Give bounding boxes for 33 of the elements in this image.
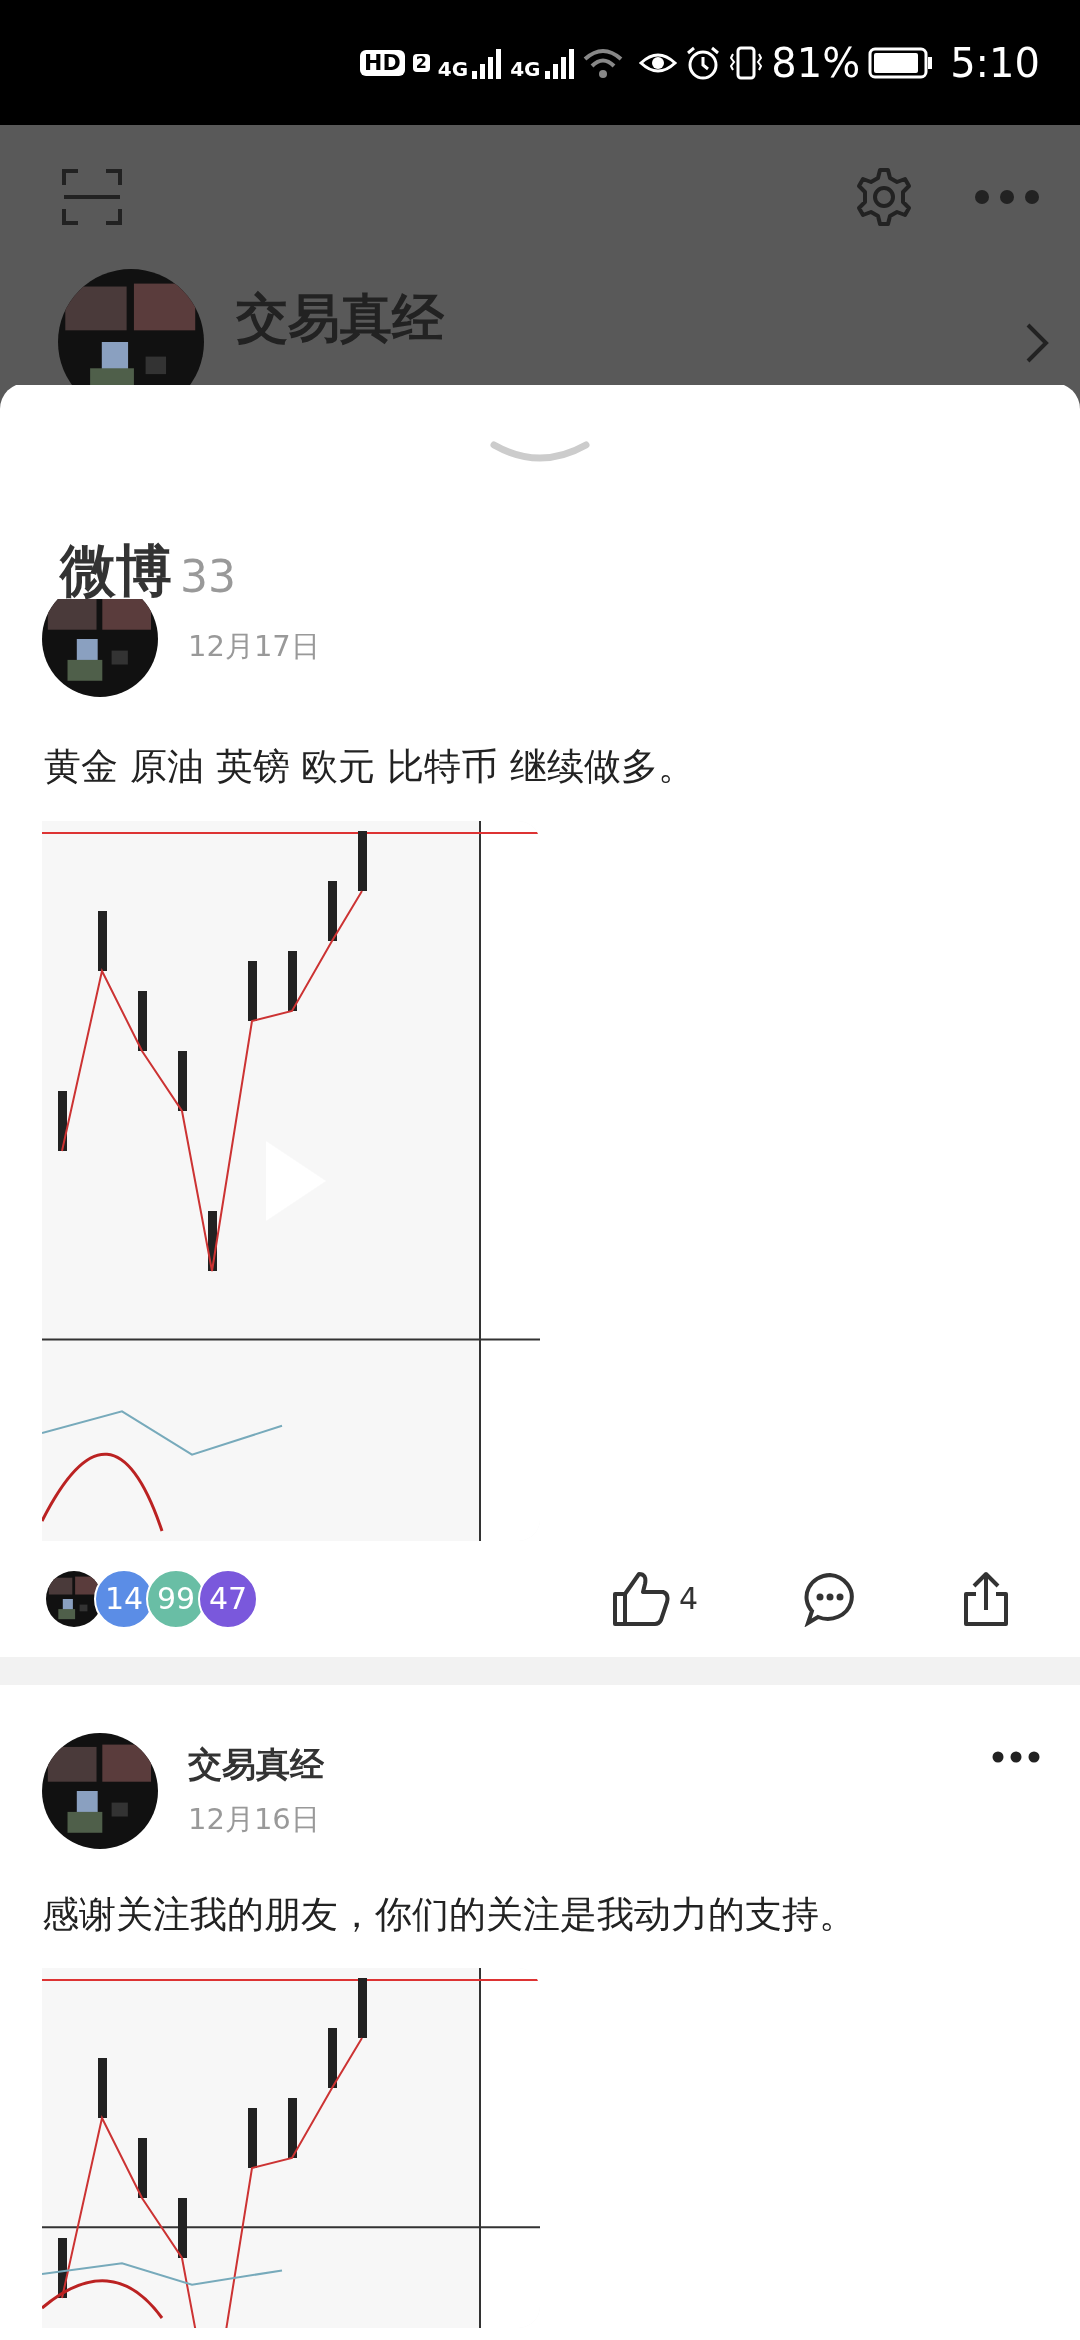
clock: 5:10 xyxy=(950,38,1040,88)
share-icon xyxy=(962,1569,1010,1628)
thumbs-up-icon xyxy=(610,1569,671,1628)
sim-label: 2 xyxy=(412,53,430,72)
battery-icon xyxy=(868,46,935,79)
share-button[interactable] xyxy=(962,1569,1010,1628)
scan-icon xyxy=(62,167,122,227)
post-date: 12月17日 xyxy=(188,628,320,665)
network-label: 4G xyxy=(510,58,541,79)
more-button[interactable] xyxy=(974,189,1040,205)
more-icon xyxy=(992,1750,1040,1763)
post-count: 33 xyxy=(180,555,236,599)
signal-icon xyxy=(472,46,503,79)
signal-icon xyxy=(544,46,575,79)
network-label: 4G xyxy=(437,58,469,79)
chevron-right-icon[interactable] xyxy=(1024,321,1050,365)
more-icon xyxy=(974,189,1040,205)
post-date: 12月16日 xyxy=(188,1800,321,1838)
post-menu-button[interactable] xyxy=(992,1750,1040,1763)
post-text: 感谢关注我的朋友，你们的关注是我动力的支持。 xyxy=(41,1891,857,1938)
author-name: 交易真经 xyxy=(188,1742,324,1786)
hd-label: HD xyxy=(360,49,405,76)
scan-button[interactable] xyxy=(62,167,122,227)
liker-count: 47 xyxy=(198,1568,258,1629)
settings-button[interactable] xyxy=(854,167,914,227)
section-title: 微博 xyxy=(60,543,172,599)
vibrate-icon xyxy=(729,45,764,80)
wifi-icon xyxy=(582,46,623,79)
settings-icon xyxy=(854,167,914,227)
battery-percent: 81% xyxy=(771,38,861,88)
like-button[interactable]: 4 xyxy=(610,1569,698,1628)
post-text: 黄金 原油 英镑 欧元 比特币 继续做多。 xyxy=(43,744,696,790)
alarm-icon xyxy=(685,45,722,80)
